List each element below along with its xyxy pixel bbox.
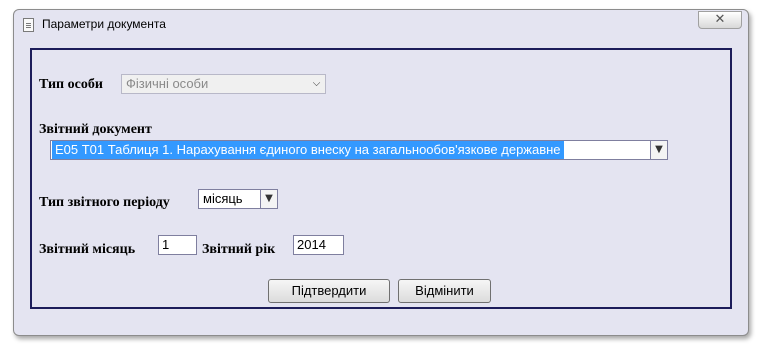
report-year-input[interactable]: 2014 — [293, 235, 344, 255]
report-document-label: Звітний документ — [39, 122, 152, 137]
person-type-select: Фізичні особи ⌵ — [121, 74, 326, 94]
parameters-panel: Тип особи Фізичні особи ⌵ Звітний докуме… — [30, 48, 732, 309]
period-type-value: місяць — [203, 191, 243, 206]
close-button[interactable]: ✕ — [698, 11, 742, 29]
report-month-input[interactable]: 1 — [158, 235, 197, 255]
period-type-select[interactable]: місяць ▼ — [198, 189, 278, 209]
dialog-window: Параметри документа ✕ Тип особи Фізичні … — [13, 9, 749, 336]
report-document-select[interactable]: Е05 Т01 Таблиця 1. Нарахування єдиного в… — [50, 140, 668, 160]
title-bar[interactable]: Параметри документа ✕ — [14, 10, 748, 40]
report-year-label: Звітний рік — [202, 242, 276, 257]
window-title: Параметри документа — [42, 17, 166, 31]
person-type-value: Фізичні особи — [126, 76, 209, 91]
report-document-value: Е05 Т01 Таблиця 1. Нарахування єдиного в… — [52, 141, 564, 159]
cancel-button[interactable]: Відмінити — [398, 279, 491, 303]
document-icon — [23, 18, 34, 32]
confirm-button[interactable]: Підтвердити — [268, 279, 390, 303]
chevron-down-icon[interactable]: ▼ — [260, 190, 277, 208]
chevron-down-icon: ⌵ — [312, 78, 321, 89]
chevron-down-icon[interactable]: ▼ — [650, 141, 667, 159]
person-type-label: Тип особи — [39, 77, 103, 92]
period-type-label: Тип звітного періоду — [39, 195, 170, 210]
report-month-label: Звітний місяць — [39, 242, 136, 257]
